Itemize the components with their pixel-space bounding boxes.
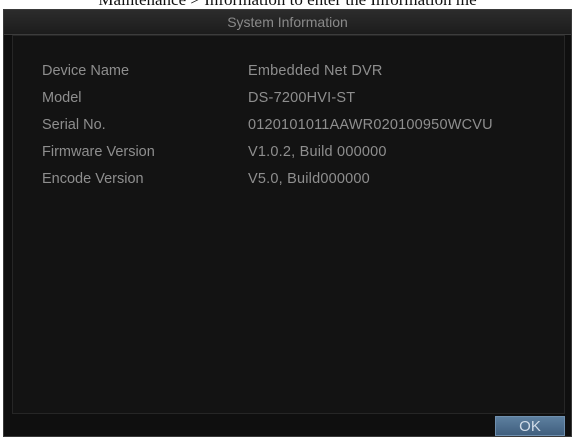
row-firmware-version: Firmware Version V1.0.2, Build 000000 xyxy=(13,141,564,163)
firmware-version-value: V1.0.2, Build 000000 xyxy=(248,144,387,160)
row-serial-no: Serial No. 0120101011AAWR020100950WCVU xyxy=(13,114,564,136)
screenshot: Maintenance > Information to enter the I… xyxy=(0,0,575,437)
device-name-label: Device Name xyxy=(42,63,130,79)
serial-no-value: 0120101011AAWR020100950WCVU xyxy=(248,117,493,133)
firmware-version-label: Firmware Version xyxy=(42,144,155,160)
row-model: Model DS-7200HVI-ST xyxy=(13,87,564,109)
dialog-footer: OK xyxy=(4,412,571,436)
encode-version-value: V5.0, Build000000 xyxy=(248,171,370,187)
ok-button[interactable]: OK xyxy=(495,416,565,436)
model-label: Model xyxy=(42,90,82,106)
serial-no-label: Serial No. xyxy=(42,117,106,133)
row-device-name: Device Name Embedded Net DVR xyxy=(13,60,564,82)
system-information-dialog: System Information Device Name Embedded … xyxy=(3,9,572,437)
row-encode-version: Encode Version V5.0, Build000000 xyxy=(13,168,564,190)
model-value: DS-7200HVI-ST xyxy=(248,90,356,106)
dialog-title: System Information xyxy=(4,10,571,35)
information-panel: Device Name Embedded Net DVR Model DS-72… xyxy=(12,35,565,414)
device-name-value: Embedded Net DVR xyxy=(248,63,383,79)
encode-version-label: Encode Version xyxy=(42,171,144,187)
